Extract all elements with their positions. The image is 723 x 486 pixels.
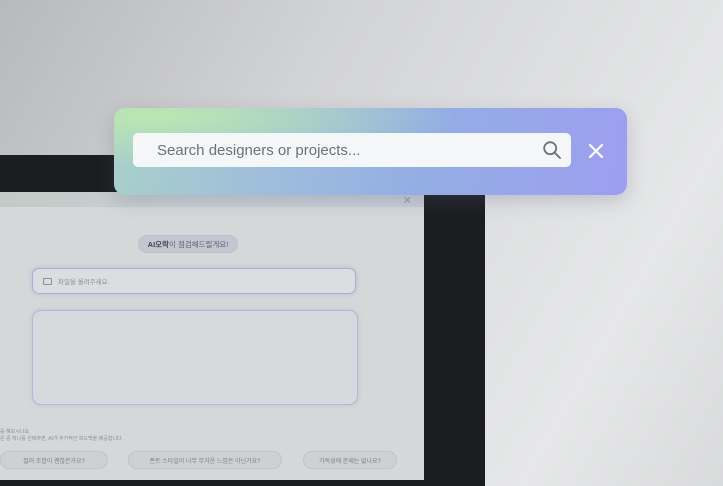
close-icon [588, 143, 604, 159]
search-icon[interactable] [535, 133, 569, 167]
suggestion-chip: 가독성에 문제는 없나요? [303, 451, 397, 469]
hint-line-2: 은 중 하나를 선택하면, AI가 추가적인 피드백을 제공합니다. [0, 436, 124, 442]
suggestion-chip: 컬러 조합이 괜찮은가요? [0, 451, 108, 469]
ai-badge-text: 이 점검해드릴게요! [168, 239, 229, 249]
folder-icon [43, 277, 52, 285]
file-input-placeholder: 파일을 올려주세요. [58, 279, 110, 286]
ai-badge-bold: AI오락 [147, 239, 169, 249]
close-button[interactable] [583, 138, 609, 164]
ai-badge: AI오락 이 점검해드릴게요! [138, 235, 238, 253]
search-field [133, 133, 571, 167]
background-app-screen: ✕ AI오락 이 점검해드릴게요! 파일을 올려주세요. 를 해보시나요 은 중 … [0, 192, 424, 480]
search-panel [114, 108, 627, 195]
hint-line-1: 를 해보시나요 [0, 429, 29, 435]
feedback-textarea [32, 310, 358, 405]
screen-close-icon: ✕ [402, 195, 412, 207]
search-input[interactable] [133, 133, 535, 167]
screen-top-bar [0, 193, 424, 207]
suggestion-chip: 폰트 스타일이 너무 무거운 느낌은 아닌가요? [128, 451, 282, 469]
file-upload-input: 파일을 올려주세요. [32, 268, 356, 294]
hint-text: 를 해보시나요 은 중 하나를 선택하면, AI가 추가적인 피드백을 제공합니… [0, 429, 123, 443]
